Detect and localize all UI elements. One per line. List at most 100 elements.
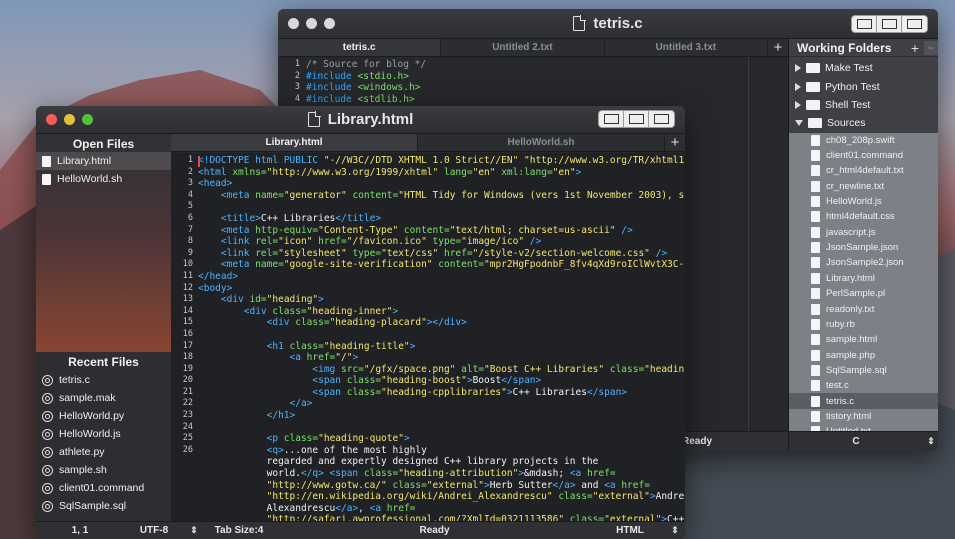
add-tab-button[interactable]: + (665, 134, 685, 151)
back-window-title: tetris.c (278, 15, 938, 32)
recent-file-name: HelloWorld.js (59, 428, 121, 440)
file-icon (811, 349, 820, 361)
language-stepper-icon[interactable]: ⇕ (665, 525, 685, 536)
recent-file-item[interactable]: athlete.py (36, 443, 171, 461)
chevron-right-icon[interactable] (795, 100, 801, 109)
tab-untitled-2[interactable]: Untitled 2.txt (441, 39, 605, 56)
open-file-item[interactable]: HelloWorld.sh (36, 170, 171, 188)
source-file-item[interactable]: test.c (789, 378, 938, 393)
folder-item[interactable]: Sources (789, 114, 938, 132)
source-file-item[interactable]: JsonSample.json (789, 240, 938, 255)
recent-file-name: sample.sh (59, 464, 107, 476)
source-file-name: ruby.rb (826, 318, 855, 330)
layout-center-button[interactable] (877, 16, 902, 32)
code-token: regarded and expertly designed C++ libra… (198, 456, 599, 468)
source-file-item[interactable]: tistory.html (789, 409, 938, 424)
code-token: class= (386, 479, 427, 491)
folder-item[interactable]: Python Test (789, 77, 938, 95)
source-file-item[interactable]: html4default.css (789, 209, 938, 224)
language-selector[interactable]: C (789, 436, 923, 447)
code-token: href= (306, 352, 336, 364)
code-line: #include <windows.h> (306, 82, 776, 94)
line-number: 13 (182, 294, 193, 305)
encoding-stepper-icon[interactable]: ⇕ (184, 525, 204, 536)
code-token: <stdio.h> (357, 70, 409, 82)
code-line: <meta name="generator" content="HTML Tid… (198, 190, 684, 202)
tab-size-selector[interactable]: Tab Size:4 (204, 525, 274, 536)
code-token: "http://safari.awprofessional.com/?XmlId… (198, 514, 565, 521)
code-token: class= (346, 375, 382, 387)
source-file-item[interactable]: PerlSample.pl (789, 286, 938, 301)
folder-item[interactable]: Shell Test (789, 96, 938, 114)
recent-file-item[interactable]: SqlSample.sql (36, 497, 171, 515)
source-file-name: javascript.js (826, 226, 876, 238)
recent-file-icon (42, 428, 53, 440)
line-number: 19 (182, 363, 193, 374)
front-code-editor[interactable]: <!DOCTYPE html PUBLIC "-//W3C//DTD XHTML… (198, 155, 684, 521)
source-file-item[interactable]: sample.html (789, 332, 938, 347)
layout-center-button[interactable] (624, 111, 649, 127)
add-folder-button[interactable]: + (906, 40, 924, 56)
source-file-item[interactable]: Library.html (789, 271, 938, 286)
layout-right-button[interactable] (649, 111, 674, 127)
back-code-editor[interactable]: /* Source for blog */#include <stdio.h> #… (306, 59, 776, 109)
source-file-item[interactable]: SqlSample.sql (789, 363, 938, 378)
layout-right-button[interactable] (902, 16, 927, 32)
layout-left-button[interactable] (599, 111, 624, 127)
tab-untitled-3[interactable]: Untitled 3.txt (605, 39, 768, 56)
recent-file-item[interactable]: tetris.c (36, 371, 171, 389)
file-icon (811, 165, 820, 177)
line-number: 23 (182, 410, 193, 421)
recent-file-item[interactable]: HelloWorld.py (36, 407, 171, 425)
source-file-item[interactable]: cr_html4default.txt (789, 163, 938, 178)
code-line: <title>C++ Libraries</title> (198, 213, 684, 225)
source-file-item[interactable]: sample.php (789, 347, 938, 362)
source-file-item[interactable]: ruby.rb (789, 317, 938, 332)
file-icon (811, 380, 820, 392)
recent-file-item[interactable]: sample.mak (36, 389, 171, 407)
source-file-item[interactable]: cr_newline.txt (789, 179, 938, 194)
open-files-title: Open Files (72, 137, 135, 151)
code-token: "/gfx/space.png" (363, 363, 456, 375)
source-file-item[interactable]: ch08_208p.swift (789, 133, 938, 148)
back-window-titlebar[interactable]: tetris.c (278, 9, 938, 39)
language-selector[interactable]: HTML (595, 525, 665, 536)
recent-file-item[interactable]: sample.sh (36, 461, 171, 479)
tab-tetris-c[interactable]: tetris.c (278, 39, 442, 56)
line-number: 1 (187, 155, 193, 165)
code-line: <span class="heading-cpplibraries">C++ L… (198, 387, 684, 399)
source-file-item[interactable]: readonly.txt (789, 301, 938, 316)
source-file-item[interactable]: JsonSample2.json (789, 255, 938, 270)
chevron-right-icon[interactable] (795, 82, 801, 91)
code-token: <a (198, 352, 307, 364)
source-file-item[interactable]: tetris.c (789, 393, 938, 409)
remove-folder-button[interactable]: − (924, 40, 938, 55)
tab-helloworld-sh[interactable]: HelloWorld.sh (418, 134, 665, 151)
recent-file-item[interactable]: HelloWorld.js (36, 425, 171, 443)
tab-library-html[interactable]: Library.html (171, 134, 418, 151)
encoding-selector[interactable]: UTF-8 (124, 525, 184, 536)
chevron-down-icon[interactable] (795, 120, 803, 127)
line-number: 12 (182, 282, 193, 293)
language-stepper-icon[interactable]: ⇕ (923, 436, 938, 447)
add-tab-button[interactable]: + (768, 39, 788, 56)
source-file-item[interactable]: HelloWorld.js (789, 194, 938, 209)
source-file-name: cr_html4default.txt (826, 165, 904, 177)
code-token: "en" (472, 166, 496, 178)
code-token: > (352, 352, 359, 364)
source-file-name: tetris.c (826, 395, 854, 407)
open-file-item[interactable]: Library.html (36, 152, 171, 170)
source-file-item[interactable]: javascript.js (789, 225, 938, 240)
code-token: &mdash; (524, 468, 570, 480)
layout-left-button[interactable] (852, 16, 877, 32)
code-token: class= (283, 433, 319, 445)
folder-item[interactable]: Make Test (789, 59, 938, 77)
recent-file-item[interactable]: client01.command (36, 479, 171, 497)
chevron-right-icon[interactable] (795, 64, 801, 73)
line-number: 21 (182, 386, 193, 397)
source-file-item[interactable]: client01.command (789, 148, 938, 163)
code-line: <link rel="icon" href="/favicon.ico" typ… (198, 236, 684, 248)
front-window-titlebar[interactable]: Library.html (36, 106, 685, 134)
recent-file-icon (42, 482, 53, 494)
